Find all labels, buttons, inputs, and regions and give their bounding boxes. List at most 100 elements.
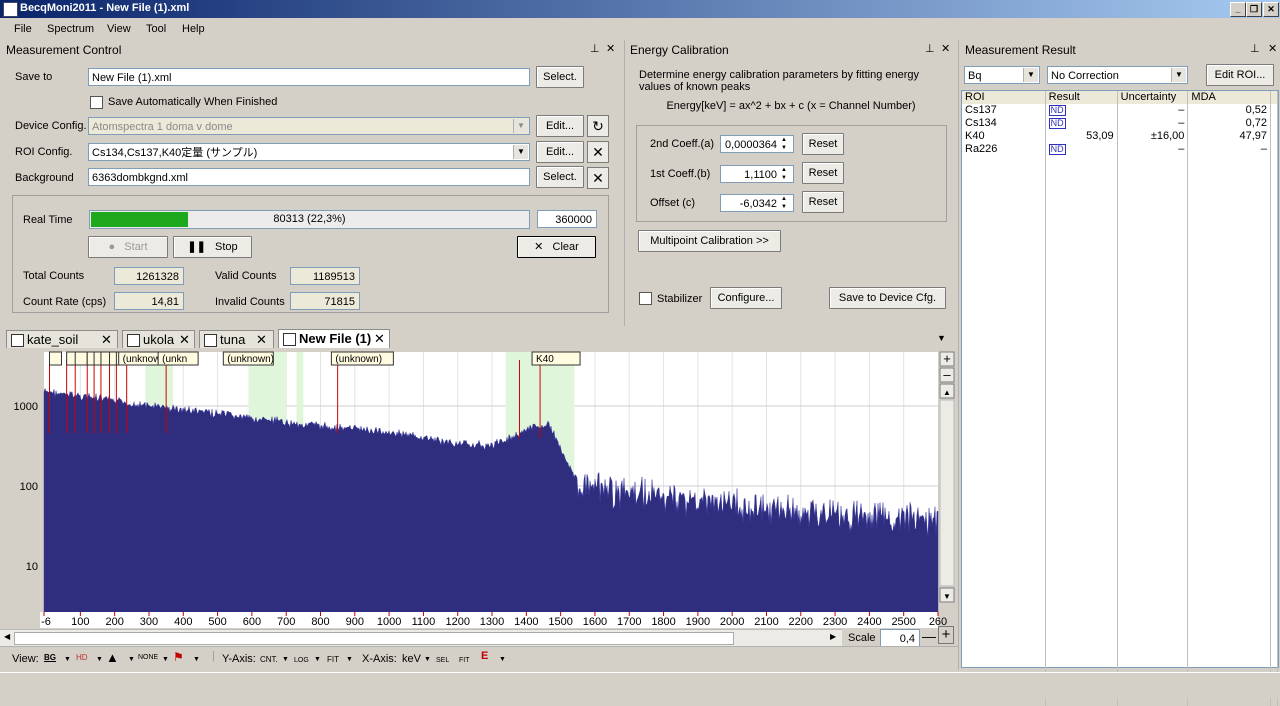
unit-select[interactable]: Bq ▼ xyxy=(964,66,1040,84)
minimize-button[interactable]: _ xyxy=(1230,2,1246,17)
fit-x-toggle[interactable]: FIT xyxy=(459,657,470,664)
clear-roi-icon[interactable]: ✕ xyxy=(587,141,609,163)
edit-roi-config-button[interactable]: Edit... xyxy=(536,141,584,163)
peak-label[interactable]: (unknown) xyxy=(330,351,394,366)
device-config-select[interactable]: Atomspectra 1 doma v dome ▼ xyxy=(88,117,530,135)
select-background-button[interactable]: Select. xyxy=(536,166,584,188)
background-field[interactable]: 6363dombkgnd.xml xyxy=(88,168,530,186)
cell-mda: 0,52 xyxy=(1187,104,1271,117)
dropdown-arrow-icon[interactable]: ▼ xyxy=(424,656,431,663)
x-tick-label: 100 xyxy=(71,616,89,628)
measurement-result-panel: Measurement Result ⊥ ✕ Bq ▼ No Correctio… xyxy=(958,40,1280,706)
chevron-right-icon[interactable]: ▶ xyxy=(830,632,836,641)
table-row[interactable]: K40 53,09 ±16,00 47,97 xyxy=(962,130,1278,143)
cnt-toggle[interactable]: CNT. xyxy=(260,655,278,664)
dropdown-arrow-icon[interactable]: ▼ xyxy=(128,656,135,663)
spinner-icon[interactable]: ▲ ▼ xyxy=(781,166,787,182)
correction-select[interactable]: No Correction ▼ xyxy=(1047,66,1188,84)
menu-tool[interactable]: Tool xyxy=(146,23,166,35)
peak-label[interactable]: (unknown) xyxy=(222,351,274,366)
chevron-left-icon[interactable]: ◀ xyxy=(4,632,10,641)
menu-help[interactable]: Help xyxy=(182,23,205,35)
scale-input[interactable]: 0,4 xyxy=(880,629,920,647)
configure-button[interactable]: Configure... xyxy=(710,287,782,309)
dropdown-arrow-icon[interactable]: ▼ xyxy=(346,656,353,663)
dropdown-arrow-icon[interactable]: ▼ xyxy=(64,656,71,663)
vertical-scrollbar[interactable] xyxy=(939,399,955,587)
close-icon[interactable]: ✕ xyxy=(101,331,112,349)
dropdown-arrow-icon[interactable]: ▼ xyxy=(162,656,169,663)
stop-button[interactable]: ❚❚ Stop xyxy=(173,236,252,258)
dropdown-arrow-icon[interactable]: ▼ xyxy=(282,656,289,663)
dropdown-arrow-icon[interactable]: ▼ xyxy=(193,656,200,663)
edit-roi-button[interactable]: Edit ROI... xyxy=(1206,64,1274,86)
tab-new-file[interactable]: New File (1) ✕ xyxy=(278,329,390,349)
spectrum-chart[interactable]: (unknown)(unkn (unknown) (unknown) K40 1000… xyxy=(0,348,956,628)
reset-c-button[interactable]: Reset xyxy=(802,191,844,213)
dropdown-arrow-icon[interactable]: ▼ xyxy=(314,656,321,663)
stabilizer-checkbox[interactable] xyxy=(639,292,652,305)
close-button[interactable]: ✕ xyxy=(1263,2,1279,17)
scroll-thumb[interactable] xyxy=(14,632,734,645)
edit-device-button[interactable]: Edit... xyxy=(536,115,584,137)
menu-file[interactable]: File xyxy=(14,23,32,35)
tab-kate-soil[interactable]: kate_soil ✕ xyxy=(6,330,118,348)
tab-tuna[interactable]: tuna ✕ xyxy=(199,330,274,348)
close-icon[interactable]: ✕ xyxy=(606,42,615,55)
window-title: BecqMoni2011 - New File (1).xml xyxy=(20,2,190,14)
table-row[interactable]: Ra226 ND – – xyxy=(962,143,1278,156)
refresh-icon[interactable]: ↻ xyxy=(587,115,609,137)
close-icon[interactable]: ✕ xyxy=(941,42,950,55)
table-row[interactable]: Cs134 ND – 0,72 xyxy=(962,117,1278,130)
pin-icon[interactable]: ⊥ xyxy=(925,42,935,55)
pin-icon[interactable]: ⊥ xyxy=(590,42,600,55)
select-save-button[interactable]: Select. xyxy=(536,66,584,88)
minus-icon[interactable]: — xyxy=(922,628,936,644)
real-time-target-input[interactable]: 360000 xyxy=(537,210,597,228)
clear-background-icon[interactable]: ✕ xyxy=(587,167,609,189)
auto-save-checkbox[interactable] xyxy=(90,96,103,109)
log-toggle[interactable]: LOG xyxy=(294,657,309,664)
peak-label[interactable]: (unkn xyxy=(157,351,199,366)
save-to-field[interactable]: New File (1).xml xyxy=(88,68,530,86)
coeff-b-label: 1st Coeff.(b) xyxy=(650,168,711,180)
col-roi[interactable]: ROI xyxy=(962,91,1046,104)
restore-button[interactable]: ❐ xyxy=(1246,2,1262,17)
none-toggle[interactable]: NONE xyxy=(138,654,158,661)
roi-config-select[interactable]: Cs134,Cs137,K40定量 (サンプル) ▼ xyxy=(88,143,530,161)
col-uncertainty[interactable]: Uncertainty xyxy=(1117,91,1189,104)
sel-toggle[interactable]: SEL xyxy=(436,657,449,664)
tab-ukola[interactable]: ukola ✕ xyxy=(122,330,195,348)
start-button[interactable]: ● Start xyxy=(88,236,168,258)
dropdown-arrow-icon[interactable]: ▼ xyxy=(499,656,506,663)
flag-icon[interactable]: ⚑ xyxy=(173,650,184,664)
save-to-device-button[interactable]: Save to Device Cfg. xyxy=(829,287,946,309)
dropdown-arrow-icon[interactable]: ▼ xyxy=(96,656,103,663)
menu-spectrum[interactable]: Spectrum xyxy=(47,23,94,35)
peak-label[interactable]: K40 xyxy=(531,351,581,366)
kev-toggle[interactable]: keV xyxy=(402,653,421,665)
bg-toggle[interactable]: BG xyxy=(44,653,56,662)
horizontal-scrollbar[interactable]: ◀ ▶ xyxy=(0,629,842,646)
energy-toggle[interactable]: E xyxy=(481,650,488,662)
close-icon[interactable]: ✕ xyxy=(256,331,267,349)
clear-button[interactable]: ✕ Clear xyxy=(517,236,596,258)
plus-icon[interactable]: + xyxy=(938,626,954,644)
reset-b-button[interactable]: Reset xyxy=(802,162,844,184)
fit-y-toggle[interactable]: FIT xyxy=(327,655,339,664)
spinner-icon[interactable]: ▲ ▼ xyxy=(781,195,787,211)
table-row[interactable]: Cs137 ND – 0,52 xyxy=(962,104,1278,117)
spectrum-fill-icon[interactable]: ▲ xyxy=(106,650,119,665)
pin-icon[interactable]: ⊥ xyxy=(1250,42,1260,55)
col-mda[interactable]: MDA xyxy=(1187,91,1271,104)
close-icon[interactable]: ✕ xyxy=(374,330,385,348)
close-icon[interactable]: ✕ xyxy=(179,331,190,349)
menu-view[interactable]: View xyxy=(107,23,131,35)
spinner-icon[interactable]: ▲ ▼ xyxy=(781,136,787,152)
multipoint-calibration-button[interactable]: Multipoint Calibration >> xyxy=(638,230,781,252)
tabs-dropdown-icon[interactable]: ▼ xyxy=(937,333,946,343)
col-result[interactable]: Result xyxy=(1045,91,1118,104)
hd-toggle[interactable]: HD xyxy=(76,653,88,662)
close-icon[interactable]: ✕ xyxy=(1268,42,1277,55)
reset-a-button[interactable]: Reset xyxy=(802,133,844,155)
